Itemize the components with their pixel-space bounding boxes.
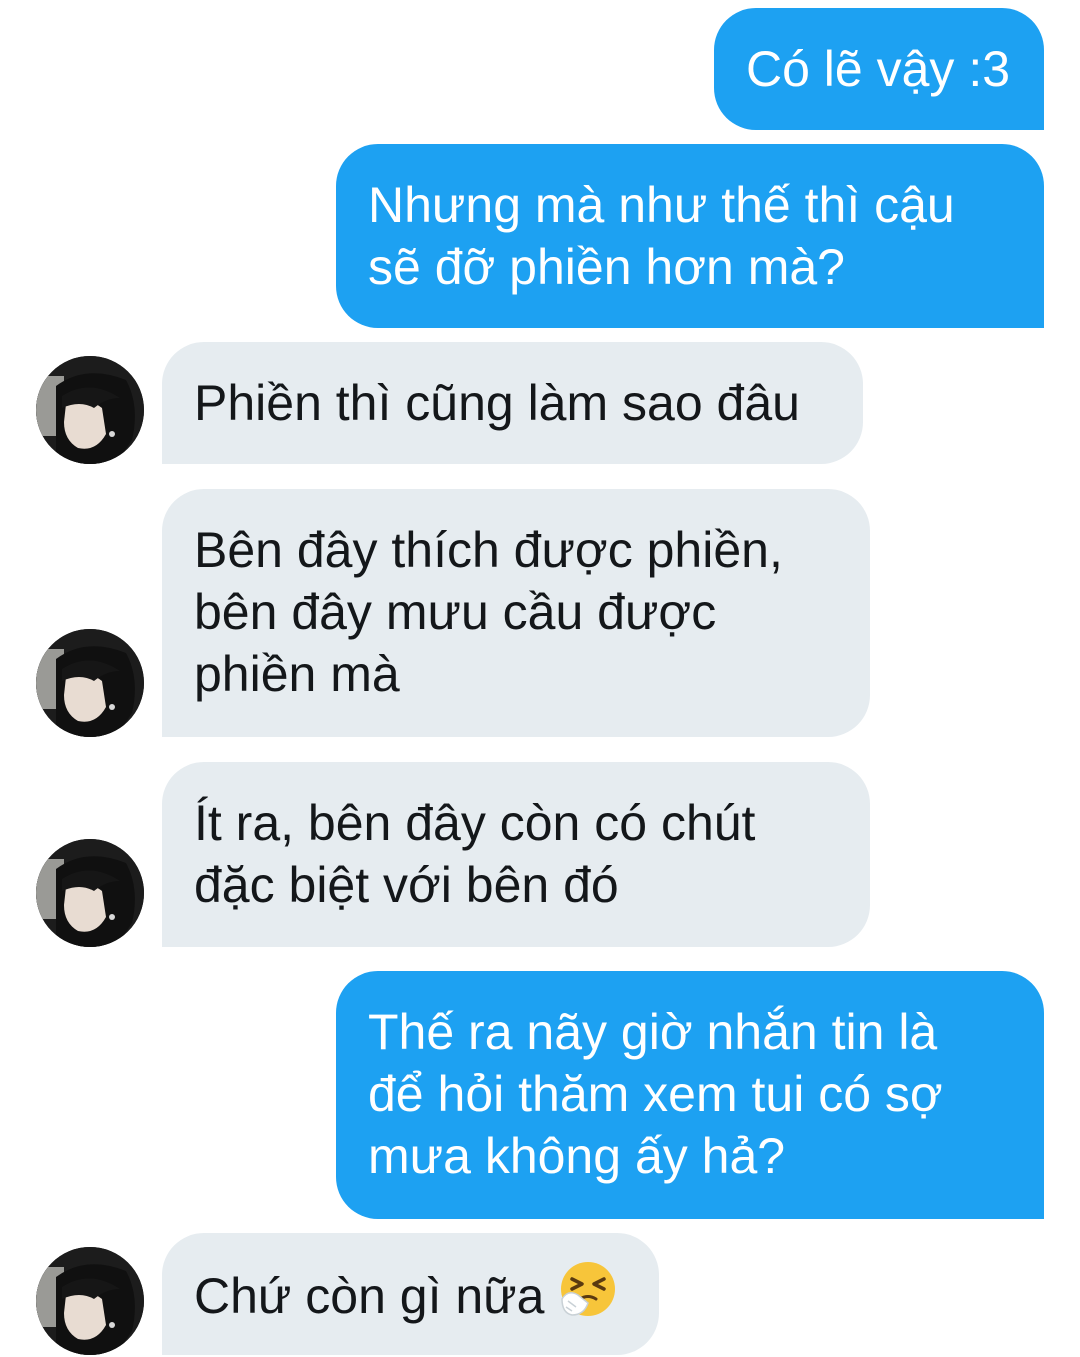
avatar-photo-icon bbox=[36, 839, 144, 947]
outgoing-message-bubble[interactable]: Có lẽ vậy :3 bbox=[714, 8, 1044, 130]
avatar-photo-icon bbox=[36, 1247, 144, 1355]
incoming-message-bubble[interactable]: Ít ra, bên đây còn có chút đặc biệt với … bbox=[162, 762, 870, 947]
outgoing-message-bubble[interactable]: Nhưng mà như thế thì cậu sẽ đỡ phiền hơn… bbox=[336, 144, 1044, 328]
message-text: Phiền thì cũng làm sao đâu bbox=[194, 375, 800, 431]
message-text: mưa không ấy hả? bbox=[368, 1128, 786, 1184]
avatar-photo-icon bbox=[36, 629, 144, 737]
message-text: Ít ra, bên đây còn có chút bbox=[194, 795, 756, 851]
outgoing-message-bubble[interactable]: Thế ra nãy giờ nhắn tin là để hỏi thăm x… bbox=[336, 971, 1044, 1219]
message-text: Chứ còn gì nữa bbox=[194, 1262, 627, 1337]
message-text: phiền mà bbox=[194, 646, 400, 702]
message-text-content: Chứ còn gì nữa bbox=[194, 1268, 545, 1325]
message-text: Thế ra nãy giờ nhắn tin là bbox=[368, 1004, 938, 1060]
contact-avatar[interactable] bbox=[36, 629, 144, 737]
message-text: Nhưng mà như thế thì cậu bbox=[368, 177, 955, 233]
message-text: Bên đây thích được phiền, bbox=[194, 522, 783, 578]
message-text: bên đây mưu cầu được bbox=[194, 584, 717, 640]
avatar-photo-icon bbox=[36, 356, 144, 464]
message-text: sẽ đỡ phiền hơn mà? bbox=[368, 239, 845, 295]
sneezing-face-emoji-icon bbox=[558, 1259, 618, 1333]
contact-avatar[interactable] bbox=[36, 356, 144, 464]
incoming-message-bubble[interactable]: Bên đây thích được phiền, bên đây mưu cầ… bbox=[162, 489, 870, 737]
incoming-message-bubble[interactable]: Phiền thì cũng làm sao đâu bbox=[162, 342, 863, 464]
incoming-message-bubble[interactable]: Chứ còn gì nữa bbox=[162, 1233, 659, 1355]
message-text: đặc biệt với bên đó bbox=[194, 857, 619, 913]
contact-avatar[interactable] bbox=[36, 839, 144, 947]
message-text: để hỏi thăm xem tui có sợ bbox=[368, 1066, 943, 1122]
contact-avatar[interactable] bbox=[36, 1247, 144, 1355]
message-text: Có lẽ vậy :3 bbox=[746, 41, 1011, 97]
